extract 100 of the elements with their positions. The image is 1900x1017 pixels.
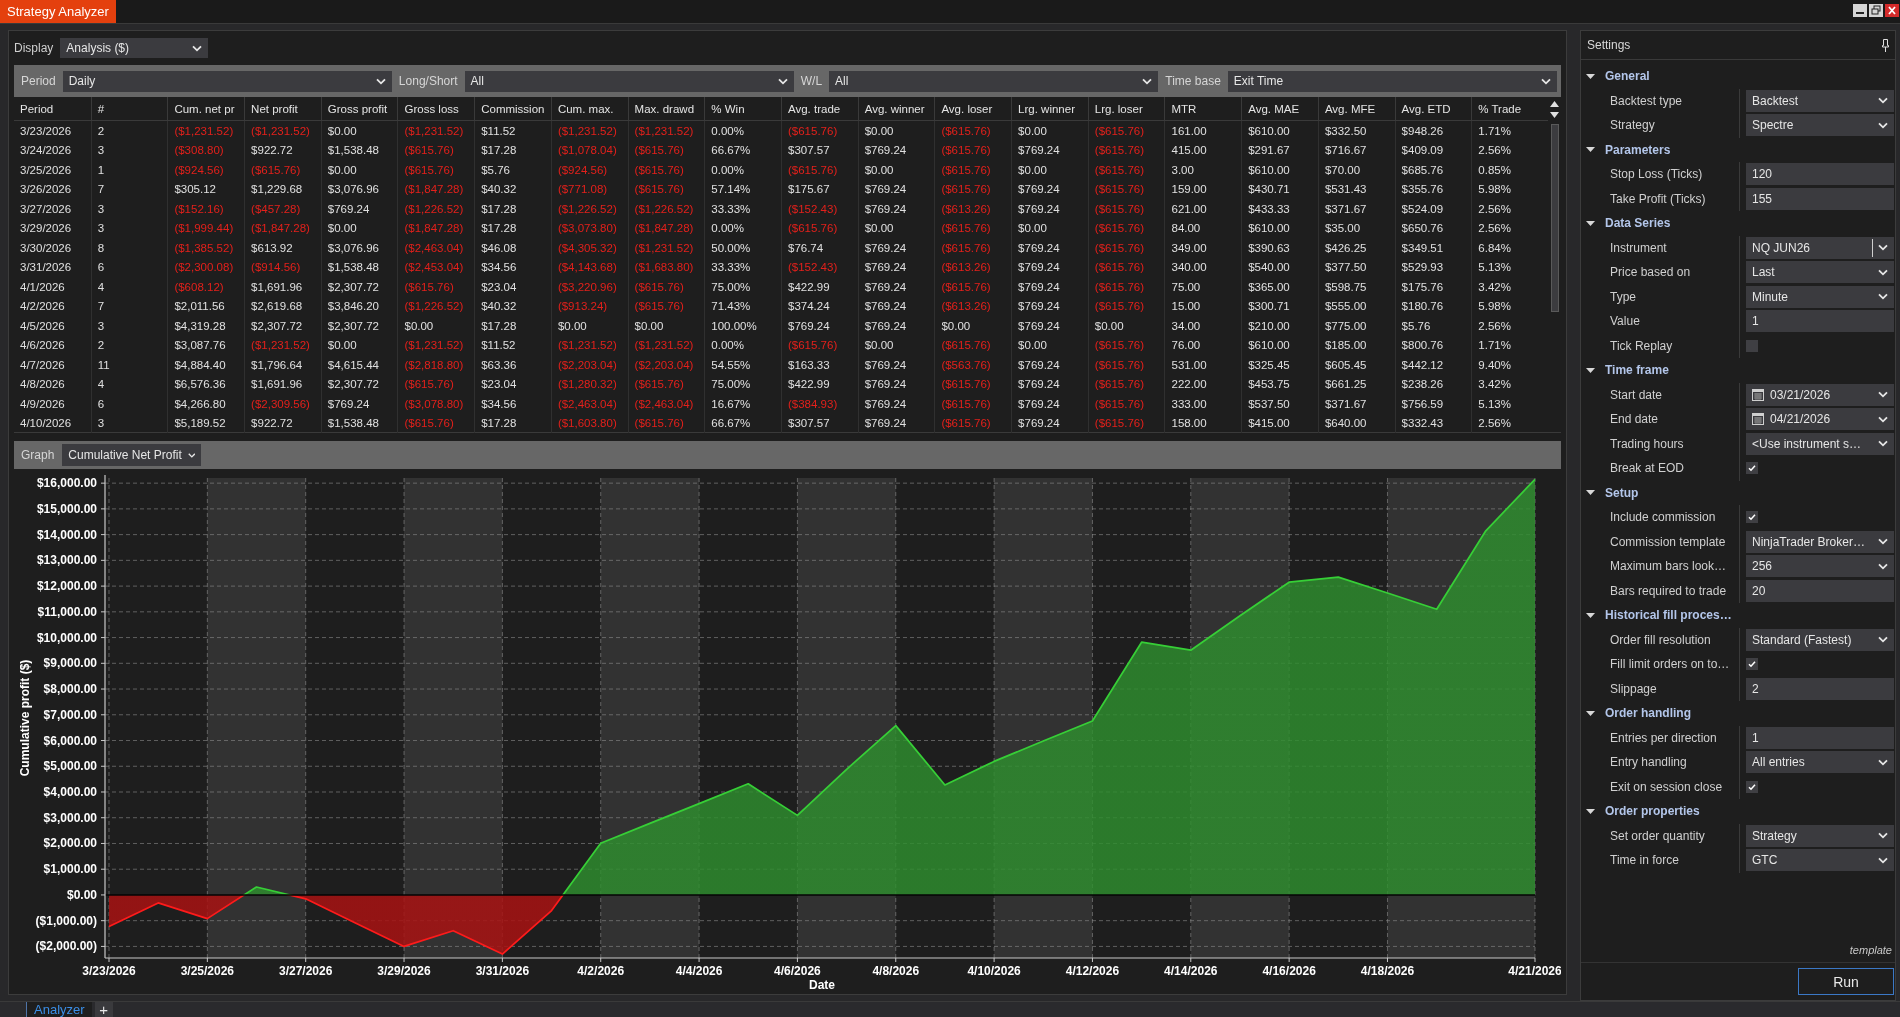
property-field[interactable]: 155: [1746, 187, 1894, 210]
chevron-icon: [1878, 415, 1888, 423]
property-field[interactable]: 1: [1746, 310, 1894, 333]
date-picker[interactable]: 04/21/2026: [1746, 408, 1894, 431]
restore-icon[interactable]: [1869, 4, 1883, 17]
checkbox[interactable]: [1746, 339, 1758, 352]
scroll-down-icon[interactable]: [1550, 111, 1559, 118]
category-header[interactable]: Setup: [1581, 480, 1895, 505]
property-dropdown[interactable]: Minute: [1746, 285, 1894, 308]
column-header[interactable]: Avg. MFE: [1317, 97, 1395, 121]
x-tick-label: 4/16/2026: [1262, 964, 1316, 978]
date-picker[interactable]: 03/21/2026: [1746, 383, 1894, 406]
checkbox[interactable]: [1746, 780, 1758, 793]
table-cell: $5.76: [1394, 316, 1472, 336]
column-header[interactable]: Avg. trade: [781, 97, 858, 121]
table-cell: $175.76: [1394, 277, 1472, 297]
table-cell: $3,076.96: [320, 179, 398, 199]
table-cell: 621.00: [1164, 199, 1242, 219]
category-header[interactable]: Time frame: [1581, 358, 1895, 383]
property-field[interactable]: 120: [1746, 163, 1894, 186]
property-label: Type: [1610, 289, 1636, 304]
table-cell-text: 4/5/2026: [19, 318, 66, 334]
column-header[interactable]: #: [90, 97, 168, 121]
table-cell: 5.98%: [1471, 296, 1548, 316]
column-header[interactable]: Avg. MAE: [1241, 97, 1318, 121]
property-label: End date: [1610, 412, 1659, 427]
property-field[interactable]: 20: [1746, 579, 1894, 602]
filter-dropdown[interactable]: Daily: [62, 70, 392, 92]
column-header[interactable]: % Trade: [1471, 97, 1548, 121]
category-header[interactable]: General: [1581, 64, 1895, 89]
instrument-combo[interactable]: NQ JUN26: [1746, 236, 1894, 259]
column-header[interactable]: Gross profit: [320, 97, 398, 121]
property-dropdown[interactable]: GTC: [1746, 849, 1894, 872]
table-cell: 6: [90, 394, 168, 414]
property-dropdown[interactable]: 256: [1746, 555, 1894, 578]
column-header[interactable]: Lrg. loser: [1087, 97, 1165, 121]
column-header[interactable]: Cum. max.: [550, 97, 628, 121]
property-dropdown[interactable]: Backtest: [1746, 89, 1894, 112]
property-dropdown[interactable]: Standard (Fastest): [1746, 628, 1894, 651]
checkbox[interactable]: [1746, 658, 1758, 671]
minimize-icon[interactable]: [1853, 4, 1867, 17]
category-header[interactable]: Parameters: [1581, 137, 1895, 162]
display-dropdown[interactable]: Analysis ($): [60, 38, 209, 58]
graph-dropdown[interactable]: Cumulative Net Profit: [62, 444, 202, 466]
table-cell: 3: [90, 199, 168, 219]
table-cell: ($3,073.80): [550, 218, 628, 238]
table-cell: ($615.76): [934, 277, 1012, 297]
column-header[interactable]: Gross loss: [397, 97, 475, 121]
column-header[interactable]: Commission: [474, 97, 551, 121]
column-header[interactable]: Avg. winner: [857, 97, 935, 121]
property-field[interactable]: 2: [1746, 677, 1894, 700]
scroll-up-icon[interactable]: [1550, 100, 1559, 107]
property-dropdown[interactable]: Spectre: [1746, 114, 1894, 137]
property-dropdown[interactable]: All entries: [1746, 751, 1894, 774]
column-header[interactable]: Net profit: [244, 97, 321, 121]
table-cell: $769.24: [1011, 257, 1088, 277]
property-dropdown[interactable]: <Use instrument s…: [1746, 432, 1894, 455]
column-header[interactable]: MTR: [1164, 97, 1242, 121]
column-header[interactable]: Avg. loser: [934, 97, 1012, 121]
column-header[interactable]: Max. drawd: [627, 97, 705, 121]
filter-dropdown[interactable]: All: [829, 70, 1159, 92]
add-tab-button[interactable]: +: [94, 1002, 113, 1017]
category-header[interactable]: Order properties: [1581, 799, 1895, 824]
property-dropdown[interactable]: NinjaTrader Broker…: [1746, 530, 1894, 553]
y-axis-title: Cumulative profit ($): [18, 659, 32, 777]
table-cell: $210.00: [1241, 316, 1318, 336]
property-dropdown[interactable]: Last: [1746, 261, 1894, 284]
tab[interactable]: Analyzer: [26, 1002, 92, 1017]
close-icon[interactable]: [1885, 4, 1899, 17]
table-cell: $610.00: [1241, 160, 1318, 180]
property-label: Fill limit orders on to…: [1610, 657, 1730, 672]
table-cell: 2: [90, 121, 168, 141]
table-cell: ($615.76): [934, 160, 1012, 180]
run-button[interactable]: Run: [1798, 968, 1894, 995]
column-header[interactable]: Avg. ETD: [1394, 97, 1472, 121]
table-cell: ($615.76): [397, 374, 475, 394]
pin-icon[interactable]: [1882, 38, 1889, 52]
table-cell: ($1,385.52): [167, 238, 245, 258]
column-header[interactable]: Period: [14, 97, 91, 121]
x-tick-label: 4/2/2026: [577, 964, 625, 978]
property-field[interactable]: 1: [1746, 726, 1894, 749]
chevron-icon: [1878, 832, 1888, 840]
table-cell: $922.72: [244, 413, 321, 433]
chevron-icon: [1878, 268, 1888, 276]
property-dropdown[interactable]: Strategy: [1746, 824, 1894, 847]
filter-dropdown[interactable]: Exit Time: [1227, 70, 1557, 92]
category-header[interactable]: Order handling: [1581, 701, 1895, 726]
category-header[interactable]: Data Series: [1581, 211, 1895, 236]
column-header[interactable]: % Win: [704, 97, 781, 121]
checkbox[interactable]: [1746, 511, 1758, 524]
scrollbar-thumb[interactable]: [1550, 124, 1559, 312]
checkbox[interactable]: [1746, 462, 1758, 475]
chevron-icon: [1878, 121, 1888, 129]
column-header[interactable]: Cum. net pr: [167, 97, 245, 121]
table-cell: ($913.24): [550, 296, 628, 316]
category-header[interactable]: Historical fill proces…: [1581, 603, 1895, 628]
property-label: Exit on session close: [1610, 779, 1723, 794]
table-cell: $605.45: [1317, 355, 1395, 375]
filter-dropdown[interactable]: All: [464, 70, 794, 92]
column-header[interactable]: Lrg. winner: [1011, 97, 1088, 121]
